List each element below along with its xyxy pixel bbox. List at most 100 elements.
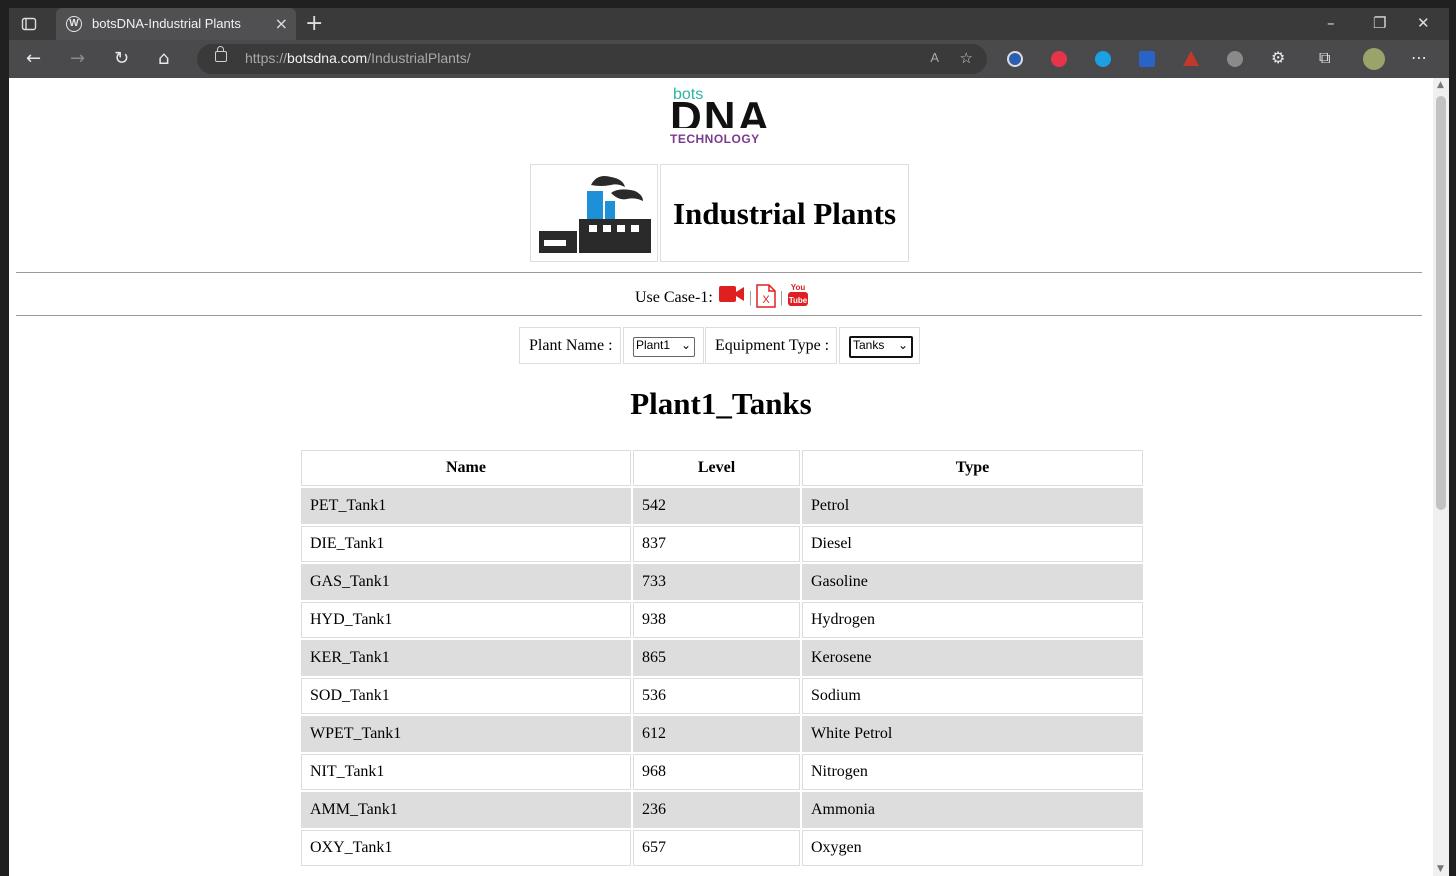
cell-type: Nitrogen xyxy=(802,754,1143,790)
excel-file-icon[interactable]: X xyxy=(756,284,776,308)
browser-tab[interactable]: W botsDNA-Industrial Plants × xyxy=(56,8,296,40)
table-row: GAS_Tank1 733 Gasoline xyxy=(301,564,1143,600)
table-header-row: Name Level Type xyxy=(301,450,1143,486)
separator: | xyxy=(748,289,752,306)
refresh-icon[interactable]: ↻ xyxy=(114,48,129,69)
cell-name: AMM_Tank1 xyxy=(301,792,631,828)
cell-name: DIE_Tank1 xyxy=(301,526,631,562)
cell-level: 865 xyxy=(633,640,800,676)
cell-name: OXY_Tank1 xyxy=(301,830,631,866)
cell-name: GAS_Tank1 xyxy=(301,564,631,600)
table-row: KER_Tank1 865 Kerosene xyxy=(301,640,1143,676)
home-icon[interactable]: ⌂ xyxy=(158,48,169,69)
scroll-up-icon[interactable]: ▲ xyxy=(1437,80,1444,90)
equipment-type-label-cell: Equipment Type : xyxy=(705,327,837,364)
cell-name: HYD_Tank1 xyxy=(301,602,631,638)
plant-select-cell: Plant1 ⌄ xyxy=(623,327,704,364)
svg-text:X: X xyxy=(762,294,770,306)
tab-title: botsDNA-Industrial Plants xyxy=(92,16,241,31)
cell-level: 733 xyxy=(633,564,800,600)
cell-type: Oxygen xyxy=(802,830,1143,866)
address-bar-row: ← → ↻ ⌂ https://botsdna.com/IndustrialPl… xyxy=(9,40,1449,78)
cell-name: WPET_Tank1 xyxy=(301,716,631,752)
cell-type: Petrol xyxy=(802,488,1143,524)
plant-name-label-cell: Plant Name : xyxy=(519,327,621,364)
botsdna-logo: bots DNA TECHNOLOGY xyxy=(670,86,772,146)
use-case-row: Use Case-1: | X | You Tube xyxy=(635,282,809,308)
divider-bottom xyxy=(16,315,1422,316)
add-favorite-icon[interactable]: ☆ xyxy=(960,49,973,67)
lock-icon[interactable] xyxy=(215,46,227,62)
browser-window: W botsDNA-Industrial Plants × + – ❐ ✕ ← … xyxy=(9,8,1449,876)
profile-avatar[interactable] xyxy=(1363,48,1385,70)
collections-icon[interactable]: ⧉ xyxy=(1319,48,1330,68)
table-row: HYD_Tank1 938 Hydrogen xyxy=(301,602,1143,638)
tab-bar: W botsDNA-Industrial Plants × + – ❐ ✕ xyxy=(9,8,1449,40)
equipment-type-select[interactable]: Tanks ⌄ xyxy=(849,336,913,358)
use-case-label: Use Case-1: xyxy=(635,289,713,306)
wordpress-icon: W xyxy=(66,16,82,32)
extension-icon-3[interactable] xyxy=(1095,51,1111,67)
cell-type: Kerosene xyxy=(802,640,1143,676)
table-row: OXY_Tank1 657 Oxygen xyxy=(301,830,1143,866)
cell-level: 542 xyxy=(633,488,800,524)
divider-top xyxy=(16,272,1422,273)
close-tab-icon[interactable]: × xyxy=(275,14,288,33)
cell-level: 968 xyxy=(633,754,800,790)
minimize-icon[interactable]: – xyxy=(1327,14,1335,32)
factory-icon xyxy=(539,176,651,253)
cell-type: Diesel xyxy=(802,526,1143,562)
vertical-scrollbar[interactable]: ▲ ▼ xyxy=(1433,78,1449,876)
more-menu-icon[interactable]: ⋯ xyxy=(1411,48,1427,67)
equipment-select-cell: Tanks ⌄ xyxy=(839,327,920,364)
cell-level: 612 xyxy=(633,716,800,752)
chevron-down-icon: ⌄ xyxy=(897,338,908,352)
extension-icon-2[interactable] xyxy=(1051,51,1067,67)
column-header-name: Name xyxy=(301,450,631,486)
url-text: https://botsdna.com/IndustrialPlants/ xyxy=(245,50,471,66)
table-row: SOD_Tank1 536 Sodium xyxy=(301,678,1143,714)
factory-icon-cell xyxy=(530,164,658,262)
extension-icon-1[interactable] xyxy=(1007,51,1023,67)
read-aloud-icon[interactable]: A xyxy=(930,50,939,65)
scroll-down-icon[interactable]: ▼ xyxy=(1437,864,1444,874)
youtube-icon[interactable]: You Tube xyxy=(787,282,809,308)
cell-name: NIT_Tank1 xyxy=(301,754,631,790)
cell-level: 657 xyxy=(633,830,800,866)
extension-icon-5[interactable] xyxy=(1183,51,1199,66)
cell-name: SOD_Tank1 xyxy=(301,678,631,714)
svg-text:You: You xyxy=(791,283,806,292)
close-window-icon[interactable]: ✕ xyxy=(1417,14,1430,32)
cell-level: 837 xyxy=(633,526,800,562)
column-header-type: Type xyxy=(802,450,1143,486)
separator: | xyxy=(779,289,784,306)
cell-level: 236 xyxy=(633,792,800,828)
new-tab-icon[interactable]: + xyxy=(305,11,323,36)
cell-type: Ammonia xyxy=(802,792,1143,828)
cell-name: PET_Tank1 xyxy=(301,488,631,524)
column-header-level: Level xyxy=(633,450,800,486)
table-row: WPET_Tank1 612 White Petrol xyxy=(301,716,1143,752)
scrollbar-thumb[interactable] xyxy=(1436,96,1446,510)
page-title: Industrial Plants xyxy=(672,196,897,231)
page-title-cell: Industrial Plants xyxy=(660,164,909,262)
plant-name-select[interactable]: Plant1 ⌄ xyxy=(633,337,695,357)
cell-level: 938 xyxy=(633,602,800,638)
cell-type: Sodium xyxy=(802,678,1143,714)
extension-icon-6[interactable] xyxy=(1227,51,1243,67)
cell-type: Hydrogen xyxy=(802,602,1143,638)
forward-icon[interactable]: → xyxy=(70,48,85,69)
tab-actions-icon[interactable] xyxy=(21,16,37,32)
restore-icon[interactable]: ❐ xyxy=(1373,14,1386,32)
table-row: PET_Tank1 542 Petrol xyxy=(301,488,1143,524)
extensions-icon[interactable]: ⚙ xyxy=(1271,48,1285,67)
table-row: NIT_Tank1 968 Nitrogen xyxy=(301,754,1143,790)
back-icon[interactable]: ← xyxy=(26,48,41,69)
equipment-table: Name Level Type PET_Tank1 542 Petrol DIE_Ta… xyxy=(299,448,1145,868)
extension-icon-4[interactable] xyxy=(1139,51,1155,67)
url-input[interactable]: https://botsdna.com/IndustrialPlants/ A … xyxy=(197,44,987,74)
cell-name: KER_Tank1 xyxy=(301,640,631,676)
video-camera-icon[interactable] xyxy=(718,285,745,303)
page-content: bots DNA TECHNOLOGY Industrial Plants Us… xyxy=(9,78,1433,876)
table-row: DIE_Tank1 837 Diesel xyxy=(301,526,1143,562)
